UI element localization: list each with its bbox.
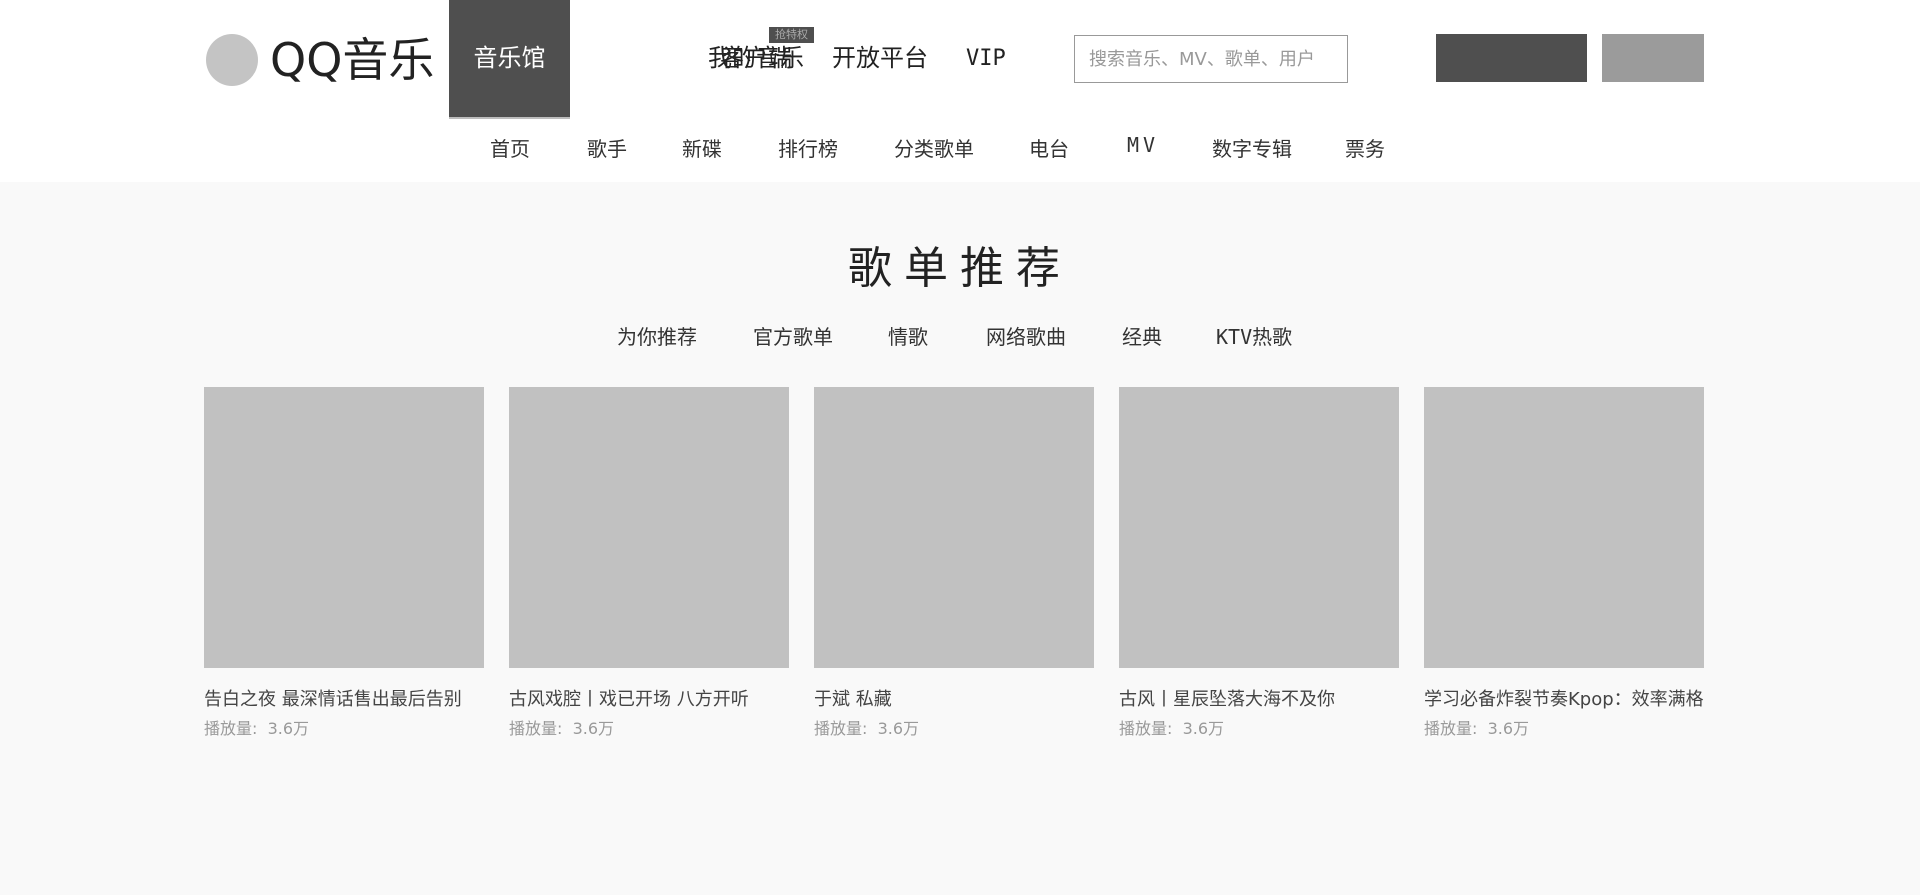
plays-count: 3.6万: [877, 719, 920, 738]
playlist-cover[interactable]: [1119, 387, 1399, 668]
subnav-item-categories[interactable]: 分类歌单: [894, 133, 974, 162]
logo-text[interactable]: QQ音乐: [270, 30, 434, 90]
playlist-card[interactable]: 学习必备炸裂节奏Kpop：效率满格 播放量: 3.6万: [1424, 387, 1704, 739]
client-badge: 抢特权: [769, 27, 814, 43]
tag-for-you[interactable]: 为你推荐: [617, 321, 697, 350]
playlist-card[interactable]: 告白之夜 最深情话售出最后告别 播放量: 3.6万: [204, 387, 484, 739]
playlist-card[interactable]: 于斌 私藏 播放量: 3.6万: [814, 387, 1094, 739]
subnav-item-tickets[interactable]: 票务: [1345, 133, 1385, 162]
plays-count: 3.6万: [1487, 719, 1530, 738]
plays-label: 播放量:: [204, 719, 258, 738]
section-title: 歌单推荐: [848, 243, 1072, 294]
playlist-plays: 播放量: 3.6万: [509, 715, 789, 739]
header: QQ音乐 音乐馆 我的音乐 客户端 开放平台 VIP 抢特权 首页 歌手 新碟 …: [0, 0, 1920, 182]
playlist-cover[interactable]: [204, 387, 484, 668]
subnav-item-home[interactable]: 首页: [490, 133, 530, 162]
subnav-item-new-albums[interactable]: 新碟: [682, 133, 722, 162]
plays-count: 3.6万: [267, 719, 310, 738]
playlist-plays: 播放量: 3.6万: [814, 715, 1094, 739]
plays-label: 播放量:: [1424, 719, 1478, 738]
subnav-item-singers[interactable]: 歌手: [587, 133, 627, 162]
tag-internet-songs[interactable]: 网络歌曲: [986, 321, 1066, 350]
subnav-item-mv[interactable]: MV: [1127, 133, 1159, 157]
top-bar: QQ音乐 音乐馆 我的音乐 客户端 开放平台 VIP 抢特权: [0, 0, 1920, 119]
plays-count: 3.6万: [572, 719, 615, 738]
main-nav-right: 客户端: [720, 0, 792, 119]
playlist-card[interactable]: 古风丨星辰坠落大海不及你 播放量: 3.6万: [1119, 387, 1399, 739]
playlist-plays: 播放量: 3.6万: [1424, 715, 1704, 739]
sub-nav: 首页 歌手 新碟 排行榜 分类歌单 电台 MV 数字专辑 票务: [0, 119, 1920, 177]
nav-item-music-hall[interactable]: 音乐馆: [449, 0, 570, 119]
playlist-card[interactable]: 古风戏腔丨戏已开场 八方开听 播放量: 3.6万: [509, 387, 789, 739]
nav-item-client[interactable]: 客户端: [720, 0, 792, 119]
plays-label: 播放量:: [509, 719, 563, 738]
playlist-title[interactable]: 告白之夜 最深情话售出最后告别: [204, 685, 484, 711]
tag-classics[interactable]: 经典: [1122, 321, 1162, 350]
playlist-plays: 播放量: 3.6万: [204, 715, 484, 739]
main-nav-open: 开放平台: [832, 0, 928, 119]
playlist-title[interactable]: 古风丨星辰坠落大海不及你: [1119, 685, 1399, 711]
tag-ktv[interactable]: KTV热歌: [1216, 321, 1292, 350]
logo-icon[interactable]: [206, 34, 258, 86]
login-button[interactable]: [1436, 34, 1587, 82]
subnav-item-charts[interactable]: 排行榜: [778, 133, 838, 162]
playlist-cover[interactable]: [1424, 387, 1704, 668]
playlist-title[interactable]: 古风戏腔丨戏已开场 八方开听: [509, 685, 789, 711]
register-button[interactable]: [1602, 34, 1704, 82]
main-nav-vip: VIP: [966, 0, 1006, 119]
plays-label: 播放量:: [1119, 719, 1173, 738]
tag-love-songs[interactable]: 情歌: [888, 321, 928, 350]
search-input[interactable]: [1074, 35, 1348, 83]
subnav-item-radio[interactable]: 电台: [1029, 133, 1069, 162]
subnav-item-digital-albums[interactable]: 数字专辑: [1212, 133, 1292, 162]
tag-official[interactable]: 官方歌单: [753, 321, 833, 350]
plays-count: 3.6万: [1182, 719, 1225, 738]
plays-label: 播放量:: [814, 719, 868, 738]
playlist-cover[interactable]: [814, 387, 1094, 668]
playlist-title[interactable]: 学习必备炸裂节奏Kpop：效率满格: [1424, 685, 1704, 711]
playlist-cover[interactable]: [509, 387, 789, 668]
playlist-plays: 播放量: 3.6万: [1119, 715, 1399, 739]
playlist-title[interactable]: 于斌 私藏: [814, 685, 1094, 711]
nav-item-open-platform[interactable]: 开放平台: [832, 0, 928, 119]
nav-item-vip[interactable]: VIP: [966, 0, 1006, 119]
